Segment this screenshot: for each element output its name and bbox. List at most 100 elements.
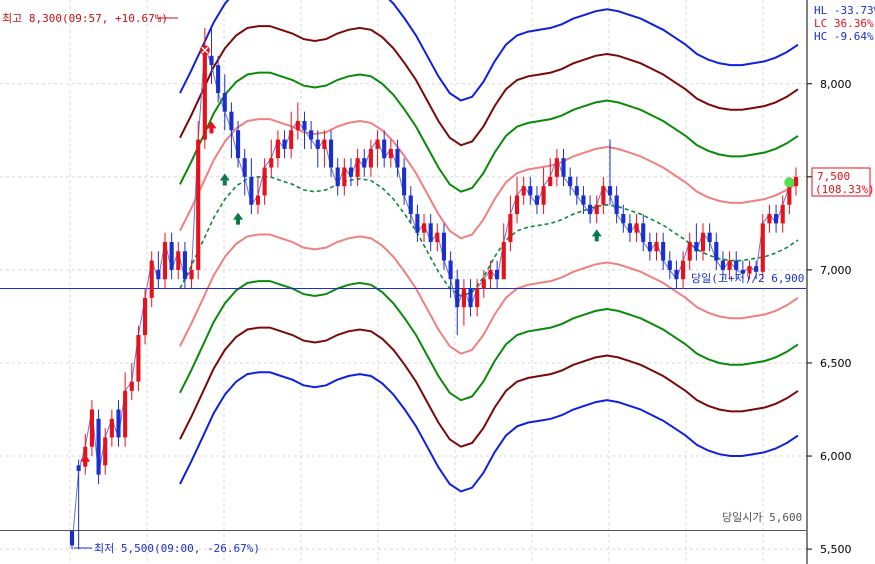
candle-body xyxy=(720,260,725,270)
candle-body xyxy=(402,167,407,196)
candle-body xyxy=(760,223,765,272)
candle-body xyxy=(69,530,75,546)
candle-body xyxy=(455,279,460,308)
stat-lc: LC 36.36% xyxy=(814,17,874,30)
candle-body xyxy=(581,195,586,205)
candle-body xyxy=(501,241,506,280)
candle-body xyxy=(601,186,606,205)
candle-body xyxy=(588,204,593,215)
candle-body xyxy=(734,260,739,270)
candle-body xyxy=(209,55,214,66)
candle-body xyxy=(528,186,533,196)
candle-body xyxy=(780,204,785,224)
candle-body xyxy=(229,111,234,131)
current-price-value: 7,500 xyxy=(817,170,850,183)
candle-body xyxy=(149,260,154,298)
candle-body xyxy=(202,46,207,140)
candle-body xyxy=(388,148,393,159)
open-annotation: 당일시가 5,600 xyxy=(722,510,802,524)
candle-body xyxy=(475,288,480,308)
candle-body xyxy=(694,241,699,252)
signal-arrow xyxy=(233,212,244,225)
candle-body xyxy=(342,167,347,187)
upper-band-line xyxy=(179,0,799,102)
stat-hl-label: HL xyxy=(814,4,828,17)
candle-body xyxy=(176,251,181,270)
chart-grid xyxy=(0,0,806,564)
y-tick-label: 6,500 xyxy=(820,357,852,370)
candle-body xyxy=(461,288,466,308)
candle-body xyxy=(521,186,526,196)
candle-body xyxy=(143,297,148,336)
reference-lines xyxy=(0,288,806,531)
mid-annotation: 당일(고+저)/2 6,900 xyxy=(691,271,804,285)
envelope-bands xyxy=(179,0,799,493)
candle-body xyxy=(235,130,241,159)
lower-band-line xyxy=(179,233,799,355)
y-tick-label: 5,500 xyxy=(820,543,852,556)
candle-body xyxy=(289,130,294,149)
candle-body xyxy=(488,269,493,280)
candle-body xyxy=(661,241,666,261)
candle-body xyxy=(322,139,327,149)
candle-body xyxy=(335,167,340,187)
candle-body xyxy=(116,409,121,438)
candle-body xyxy=(774,214,779,224)
candle-body xyxy=(362,158,367,168)
candle-body xyxy=(129,381,134,391)
candle-body xyxy=(647,241,652,252)
y-tick-label: 7,000 xyxy=(820,264,852,277)
candle-body xyxy=(448,260,453,280)
stat-hl-value: -33.73% xyxy=(834,4,875,17)
buy-signal-arrow xyxy=(80,454,91,467)
candle-body xyxy=(634,223,639,233)
candle-body xyxy=(627,223,633,233)
candle-body xyxy=(415,214,420,233)
candle-body xyxy=(495,269,500,280)
candle-body xyxy=(156,269,161,280)
buy-signal-arrow xyxy=(206,121,217,134)
candle-body xyxy=(707,232,712,242)
candle-body xyxy=(654,241,659,252)
candle-body xyxy=(109,418,114,438)
candle-body xyxy=(368,148,373,168)
candle-body xyxy=(262,167,267,196)
candle-body xyxy=(96,418,101,475)
candle-body xyxy=(621,214,626,224)
candle-body xyxy=(242,158,247,177)
candle-body xyxy=(554,158,559,177)
candle-body xyxy=(421,223,427,233)
candle-body xyxy=(607,186,613,196)
candle-body xyxy=(561,158,566,177)
candle-body xyxy=(700,232,706,252)
candle-body xyxy=(787,186,792,205)
y-tick-label: 6,000 xyxy=(820,450,852,463)
candle-body xyxy=(222,93,227,112)
candle-body xyxy=(574,186,579,196)
candle-body xyxy=(275,139,280,159)
candle-body xyxy=(435,232,440,242)
current-signal-dot xyxy=(784,177,795,188)
candle-body xyxy=(89,409,94,447)
upper-band-line xyxy=(179,71,799,193)
candle-body xyxy=(169,241,174,270)
candle-body xyxy=(382,139,387,159)
candle-body xyxy=(714,241,719,261)
y-tick-label: 8,000 xyxy=(820,78,852,91)
lower-band-line xyxy=(179,280,799,402)
stat-lc-value: 36.36% xyxy=(834,17,874,30)
candle-body xyxy=(441,232,447,261)
price-chart: 5,500 6,000 6,500 7,000 7,500 8,000 HL -33.73… xyxy=(0,0,875,564)
upper-band-line xyxy=(179,25,799,147)
candle-body xyxy=(328,139,334,168)
candle-body xyxy=(249,176,254,205)
candle-body xyxy=(541,186,546,205)
stat-hc-value: -9.64% xyxy=(834,30,874,43)
candle-body xyxy=(216,65,221,94)
candle-body xyxy=(355,158,360,177)
lower-band-line xyxy=(179,326,799,448)
candle-body xyxy=(548,176,553,187)
candle-body xyxy=(534,195,540,205)
candle-body xyxy=(508,214,513,242)
candle-body xyxy=(687,241,692,261)
